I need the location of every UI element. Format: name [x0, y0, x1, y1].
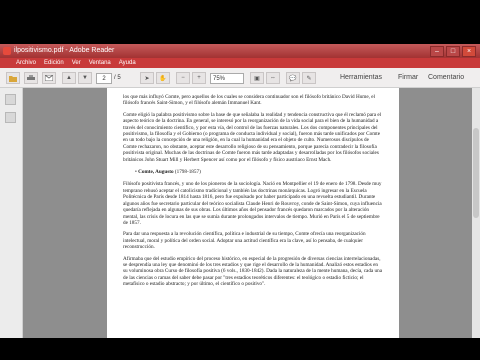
highlighter-icon: ✎: [306, 75, 312, 82]
bullet-name: Comte, Augusto: [138, 169, 174, 176]
letterbox-top: [0, 0, 480, 44]
attachment-icon[interactable]: [5, 112, 16, 123]
paragraph: Afirmaba que del estudio empírico del pr…: [123, 255, 383, 288]
adobe-reader-window: ilpositivismo.pdf - Adobe Reader – □ × A…: [0, 44, 480, 338]
menu-ver[interactable]: Ver: [72, 58, 81, 68]
print-button[interactable]: [24, 72, 38, 84]
folder-icon: [9, 75, 17, 82]
letterbox-bottom: [0, 338, 480, 360]
paragraph: Filósofo positivista francés, y uno de l…: [123, 181, 382, 226]
document-viewport[interactable]: los que más influyó Comte, pero aquellos…: [23, 88, 480, 338]
printer-icon: [27, 74, 35, 80]
tab-firmar[interactable]: Firmar: [398, 72, 418, 84]
arrow-down-icon: ▼: [82, 75, 88, 81]
vertical-scrollbar[interactable]: [472, 88, 480, 338]
zoom-select[interactable]: 75%: [210, 73, 244, 84]
scroll-thumb[interactable]: [473, 128, 479, 218]
fit-width-button[interactable]: ⇔: [266, 72, 280, 84]
speech-bubble-icon: 💬: [289, 75, 297, 82]
open-button[interactable]: [6, 72, 20, 84]
page-total: / 5: [114, 75, 121, 81]
hand-icon: ✋: [159, 75, 167, 82]
fit-page-button[interactable]: ▣: [250, 72, 264, 84]
plus-icon: +: [197, 75, 201, 81]
bullet-years: (1798-1857): [174, 169, 201, 176]
menu-ayuda[interactable]: Ayuda: [119, 58, 136, 68]
fit-page-icon: ▣: [254, 75, 260, 82]
highlight-button[interactable]: ✎: [302, 72, 316, 84]
navigation-panel: [0, 88, 23, 338]
menu-archivo[interactable]: Archivo: [16, 58, 36, 68]
pdf-page: los que más influyó Comte, pero aquellos…: [107, 88, 399, 338]
menu-edicion[interactable]: Edición: [44, 58, 64, 68]
cursor-icon: ➤: [144, 75, 150, 82]
window-title: ilpositivismo.pdf - Adobe Reader: [14, 47, 115, 54]
pages-thumbnail-icon[interactable]: [5, 94, 16, 105]
prev-page-button[interactable]: ▲: [62, 72, 76, 84]
maximize-button[interactable]: □: [446, 46, 460, 57]
page-number-input[interactable]: 2: [96, 73, 112, 84]
zoom-out-button[interactable]: −: [176, 72, 190, 84]
close-button[interactable]: ×: [462, 46, 476, 57]
minus-icon: −: [181, 75, 185, 81]
menu-ventana[interactable]: Ventana: [89, 58, 111, 68]
hand-tool-button[interactable]: ✋: [156, 72, 170, 84]
fit-width-icon: ⇔: [270, 75, 276, 81]
title-bar: ilpositivismo.pdf - Adobe Reader – □ ×: [0, 44, 480, 58]
tab-comentario[interactable]: Comentario: [428, 72, 464, 84]
paragraph: Para dar una respuesta a la revolución c…: [123, 231, 366, 251]
app-icon: [3, 47, 11, 55]
envelope-icon: [45, 75, 53, 81]
paragraph: los que más influyó Comte, pero aquellos…: [123, 94, 375, 107]
minimize-button[interactable]: –: [430, 46, 444, 57]
menu-bar: Archivo Edición Ver Ventana Ayuda: [0, 58, 480, 68]
bullet-heading: • Comte, Augusto (1798-1857): [135, 169, 201, 176]
next-page-button[interactable]: ▼: [78, 72, 92, 84]
select-tool-button[interactable]: ➤: [140, 72, 154, 84]
toolbar: ▲ ▼ 2 / 5 ➤ ✋ − + 75% ▣ ⇔ 💬 ✎ Herramient…: [0, 68, 480, 88]
paragraph: Comte eligió la palabra positivismo sobr…: [123, 111, 382, 163]
email-button[interactable]: [42, 72, 56, 84]
tab-herramientas[interactable]: Herramientas: [340, 72, 382, 84]
arrow-up-icon: ▲: [66, 75, 72, 81]
zoom-in-button[interactable]: +: [192, 72, 206, 84]
comment-button[interactable]: 💬: [286, 72, 300, 84]
